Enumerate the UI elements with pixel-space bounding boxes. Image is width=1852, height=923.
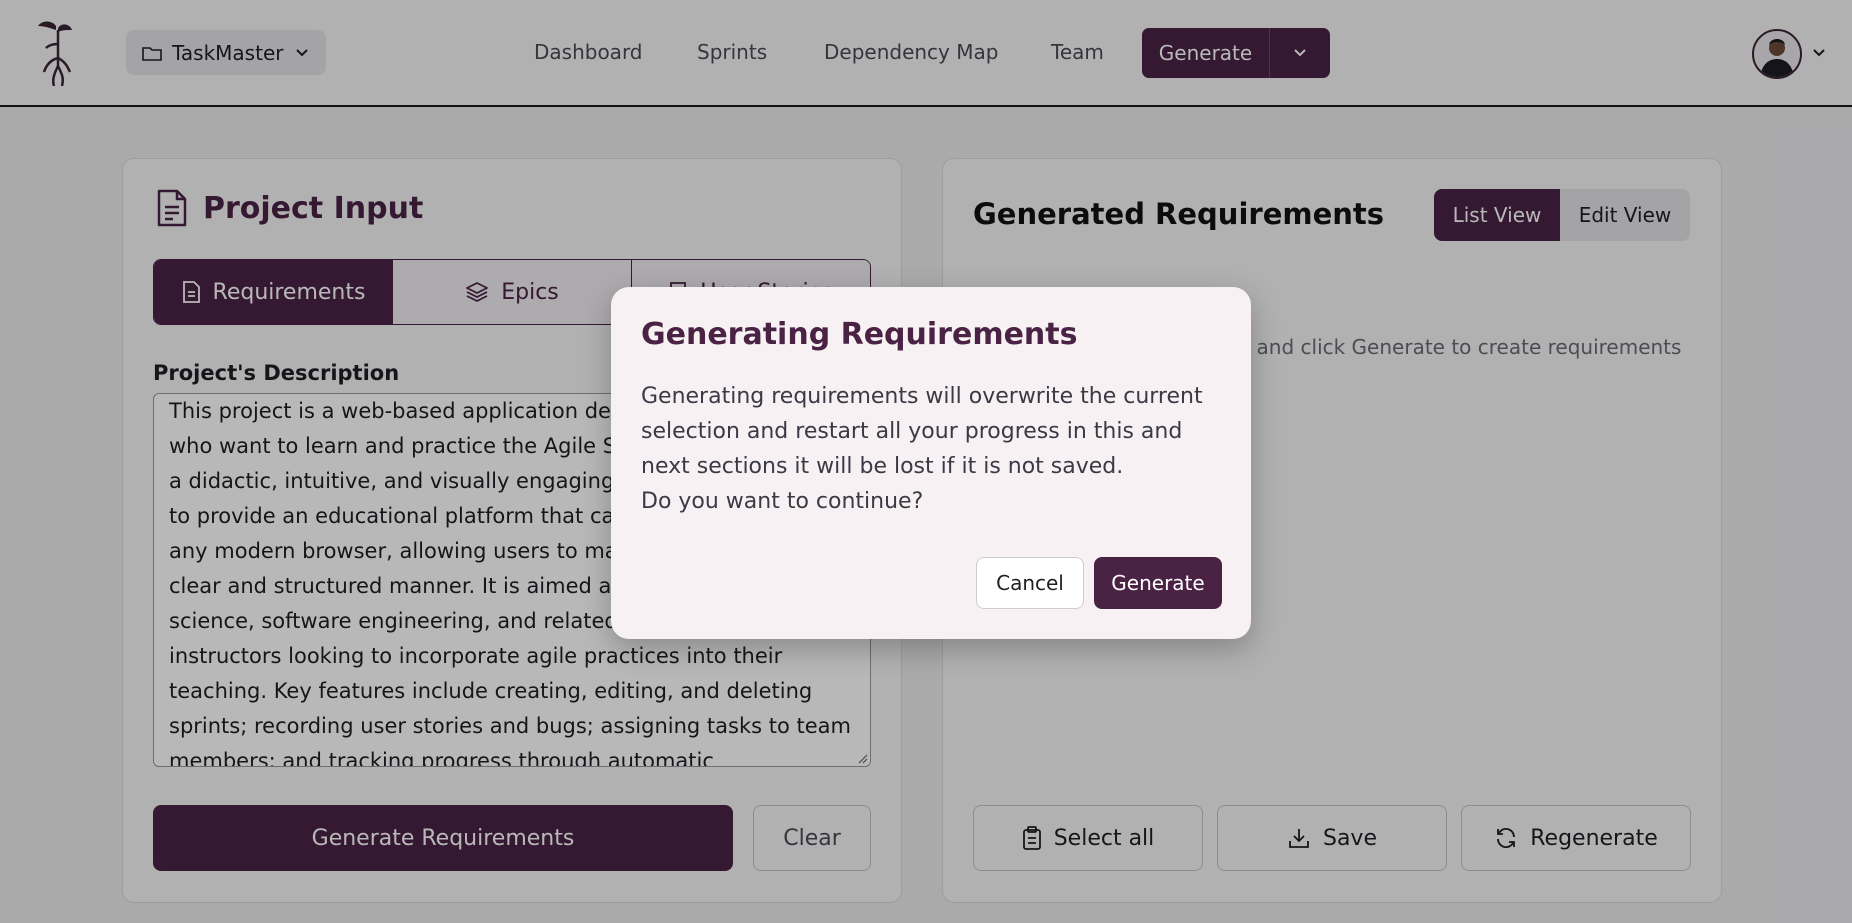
- dialog-question: Do you want to continue?: [641, 489, 924, 514]
- cancel-button[interactable]: Cancel: [976, 557, 1084, 609]
- dialog-message-text: Generating requirements will overwrite t…: [641, 384, 1203, 479]
- dialog-message: Generating requirements will overwrite t…: [641, 379, 1231, 519]
- dialog-title: Generating Requirements: [641, 317, 1078, 352]
- confirm-dialog: Generating Requirements Generating requi…: [611, 287, 1251, 639]
- confirm-generate-button[interactable]: Generate: [1094, 557, 1222, 609]
